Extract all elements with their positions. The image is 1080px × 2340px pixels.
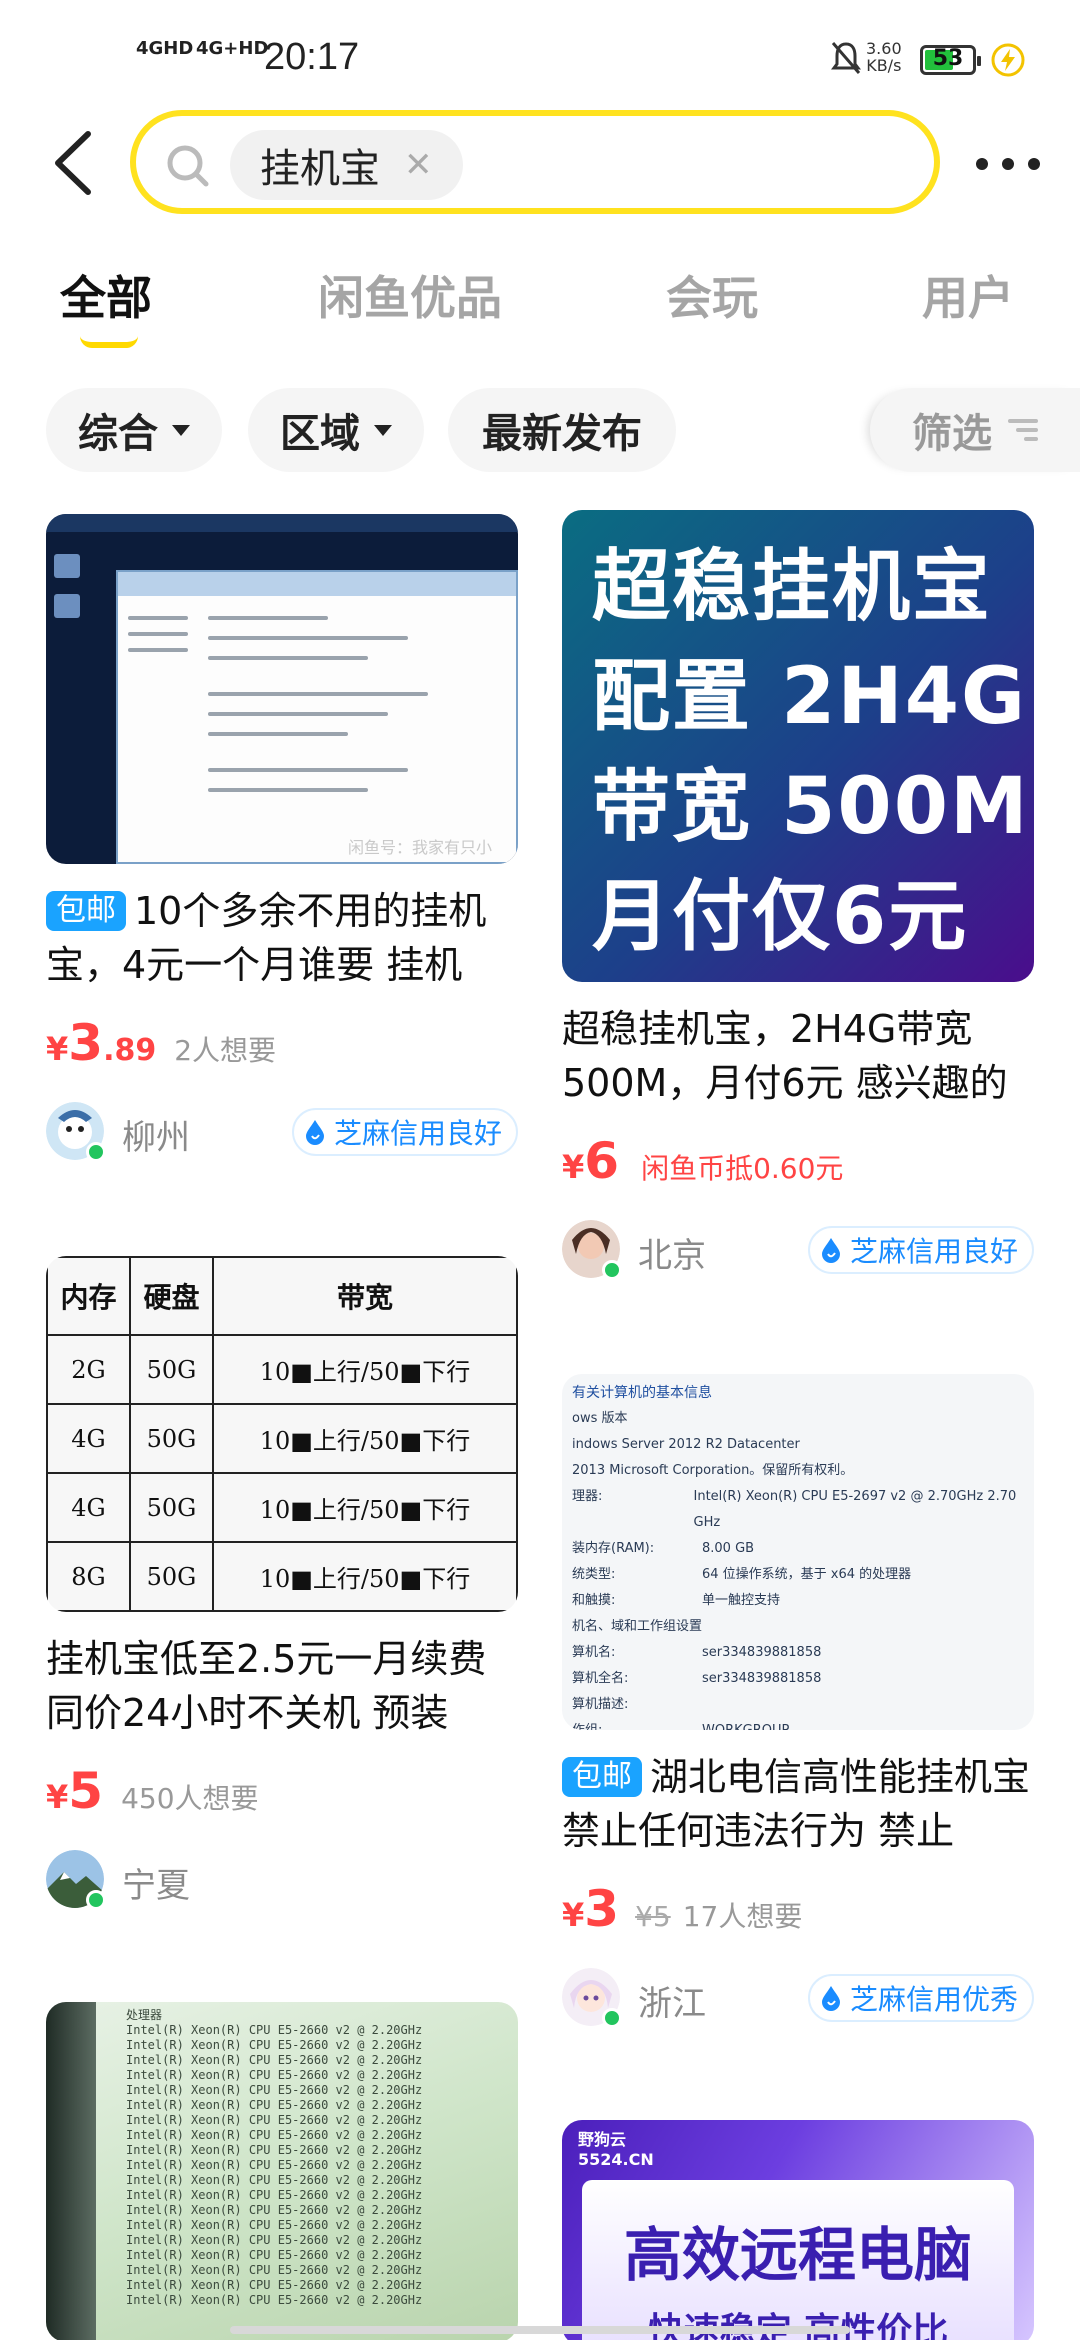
image-cpu-list: 处理器 Intel(R) Xeon(R) CPU E5-2660 v2 @ 2.…	[126, 2008, 423, 2307]
search-bar[interactable]: 挂机宝 ✕	[130, 110, 940, 214]
more-options-icon[interactable]	[976, 158, 1040, 170]
region-label: 区域	[280, 411, 360, 457]
spec-table-image: 内存 硬盘 带宽 2G 50G 10■上行/50■下行 4G 50G 10■上行…	[46, 1256, 518, 1612]
product-image[interactable]: 超稳挂机宝 配置 2H4G 带宽 500M 月付仅6元	[562, 510, 1034, 982]
status-bar: 4GHD 4G+HD 20:17 3.60 KB/s 53	[0, 0, 1080, 110]
back-arrow-icon[interactable]	[50, 130, 96, 196]
product-image[interactable]: 内存 硬盘 带宽 2G 50G 10■上行/50■下行 4G 50G 10■上行…	[46, 1256, 518, 1612]
tab-hui-wan[interactable]: 会玩	[666, 262, 758, 328]
filter-bar: 综合 区域 最新发布 筛选	[0, 388, 1080, 472]
free-shipping-badge: 包邮	[562, 1757, 642, 1797]
seller-location: 柳州	[122, 1118, 190, 1158]
sesame-credit-badge: 芝麻信用优秀	[807, 1974, 1034, 2022]
product-card[interactable]: 有关计算机的基本信息 ows 版本 indows Server 2012 R2 …	[562, 1374, 1034, 2028]
signal-4g-plus-indicator: 4G+HD	[196, 38, 269, 59]
online-indicator	[602, 2008, 622, 2028]
sesame-credit-icon	[821, 1238, 840, 1263]
want-count: 450人想要	[121, 1782, 259, 1815]
price-integer: 3	[584, 1880, 620, 1938]
image-promo-line: 带宽 500M	[592, 762, 1030, 852]
seller-row[interactable]: 宁夏	[46, 1850, 518, 1910]
image-promo-line: 月付仅6元	[592, 872, 969, 962]
seller-row[interactable]: 柳州 芝麻信用良好	[46, 1102, 518, 1162]
product-title: 超稳挂机宝，2H4G带宽500M，月付6元 感兴趣的	[562, 1007, 1008, 1105]
search-query-chip[interactable]: 挂机宝 ✕	[230, 130, 463, 200]
coin-discount: 闲鱼币抵0.60元	[641, 1152, 844, 1185]
product-card[interactable]: 超稳挂机宝 配置 2H4G 带宽 500M 月付仅6元 超稳挂机宝，2H4G带宽…	[562, 510, 1034, 1280]
price-integer: 6	[584, 1132, 620, 1190]
battery-icon: 53	[920, 45, 981, 75]
caret-down-icon	[374, 424, 392, 436]
product-image[interactable]: 野狗云 5524.CN 高效远程电脑 快速稳定 高性价比	[562, 2120, 1034, 2340]
price-row: ¥ 6 闲鱼币抵0.60元	[562, 1132, 1034, 1190]
image-promo-line: 超稳挂机宝	[592, 542, 993, 632]
want-count: 2人想要	[174, 1034, 277, 1067]
signal-4g-indicator: 4GHD	[136, 38, 194, 59]
product-image[interactable]: 闲鱼号：我家有只小	[46, 514, 518, 864]
currency-symbol: ¥	[562, 1148, 585, 1186]
currency-symbol: ¥	[46, 1778, 69, 1816]
price-row: ¥ 3 ¥5 17人想要	[562, 1880, 1034, 1938]
currency-symbol: ¥	[562, 1896, 585, 1934]
home-indicator[interactable]	[230, 2326, 850, 2334]
price-row: ¥ 5 450人想要	[46, 1762, 518, 1820]
sort-label: 综合	[78, 411, 158, 457]
product-card[interactable]: 内存 硬盘 带宽 2G 50G 10■上行/50■下行 4G 50G 10■上行…	[46, 1256, 518, 1910]
search-query-text: 挂机宝	[260, 146, 380, 192]
online-indicator	[602, 1260, 622, 1280]
sesame-credit-badge: 芝麻信用良好	[291, 1108, 518, 1156]
tab-all[interactable]: 全部	[60, 262, 152, 328]
product-title: 包邮 湖北电信高性能挂机宝 禁止任何违法行为 禁止	[562, 1755, 1031, 1853]
category-tabs: 全部 闲鱼优品 会玩 用户	[0, 262, 1080, 352]
seller-row[interactable]: 浙江 芝麻信用优秀	[562, 1968, 1034, 2028]
seller-location: 北京	[638, 1236, 706, 1276]
clock: 20:17	[264, 36, 360, 78]
original-price: ¥5	[635, 1900, 671, 1933]
caret-down-icon	[172, 424, 190, 436]
product-card[interactable]: 闲鱼号：我家有只小 包邮 10个多余不用的挂机宝，4元一个月谁要 挂机 ¥ 3 .…	[46, 514, 518, 1162]
product-image[interactable]: 处理器 Intel(R) Xeon(R) CPU E5-2660 v2 @ 2.…	[46, 2002, 518, 2340]
price-decimal: .89	[103, 1033, 157, 1068]
tab-xianyu-premium[interactable]: 闲鱼优品	[318, 262, 502, 328]
sesame-credit-icon	[821, 1986, 840, 2011]
online-indicator	[86, 1142, 106, 1162]
image-headline: 高效远程电脑	[623, 2221, 972, 2289]
tab-users[interactable]: 用户	[922, 262, 1014, 328]
price-integer: 3	[68, 1014, 104, 1072]
screen-filter-button[interactable]: 筛选	[870, 388, 1080, 472]
product-title: 包邮 10个多余不用的挂机宝，4元一个月谁要 挂机	[46, 889, 487, 987]
screen-filter-label: 筛选	[912, 411, 992, 457]
charging-icon	[991, 43, 1025, 77]
product-card[interactable]: 处理器 Intel(R) Xeon(R) CPU E5-2660 v2 @ 2.…	[46, 2002, 518, 2340]
price-integer: 5	[68, 1762, 104, 1820]
image-brand-logo: 野狗云 5524.CN	[578, 2130, 654, 2169]
want-count: 17人想要	[682, 1900, 803, 1933]
free-shipping-badge: 包邮	[46, 891, 126, 931]
product-title: 挂机宝低至2.5元一月续费同价24小时不关机 预装	[46, 1637, 487, 1735]
sesame-credit-badge: 芝麻信用良好	[807, 1226, 1034, 1274]
sort-dropdown[interactable]: 综合	[46, 388, 222, 472]
latest-button[interactable]: 最新发布	[448, 388, 676, 472]
product-image[interactable]: 有关计算机的基本信息 ows 版本 indows Server 2012 R2 …	[562, 1374, 1034, 1730]
seller-location: 浙江	[638, 1984, 706, 2024]
currency-symbol: ¥	[46, 1030, 69, 1068]
online-indicator	[86, 1890, 106, 1910]
price-row: ¥ 3 .89 2人想要	[46, 1014, 518, 1072]
seller-row[interactable]: 北京 芝麻信用良好	[562, 1220, 1034, 1280]
region-dropdown[interactable]: 区域	[248, 388, 424, 472]
active-tab-indicator	[80, 336, 138, 348]
search-icon	[167, 145, 209, 187]
image-subheadline: 快速稳定 高性价比	[648, 2311, 949, 2340]
seller-location: 宁夏	[122, 1866, 190, 1906]
network-speed: 3.60 KB/s	[866, 39, 902, 75]
sesame-credit-icon	[305, 1120, 324, 1145]
clear-query-icon[interactable]: ✕	[404, 145, 433, 185]
image-watermark: 闲鱼号：我家有只小	[348, 838, 493, 857]
product-card[interactable]: 野狗云 5524.CN 高效远程电脑 快速稳定 高性价比	[562, 2120, 1034, 2340]
mute-bell-icon	[831, 42, 861, 74]
image-promo-line: 配置 2H4G	[592, 652, 1028, 742]
filter-lines-icon	[1008, 417, 1038, 443]
